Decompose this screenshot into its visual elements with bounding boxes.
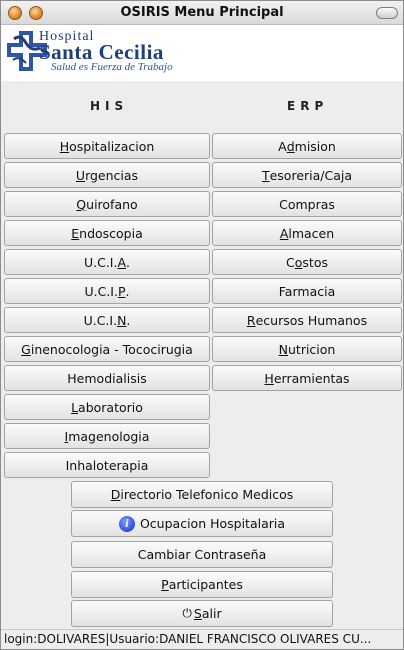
button-mnemonic: L <box>71 399 79 415</box>
button-label-post: ndoscopia <box>79 225 143 241</box>
hospitalizacion-button[interactable]: Hospitalizacion <box>4 133 210 159</box>
button-label: Cambiar Contraseña <box>137 547 267 562</box>
button-label-post: aboratorio <box>78 399 143 415</box>
button-mnemonic: H <box>59 138 70 154</box>
recursos-humanos-button[interactable]: Recursos Humanos <box>212 307 402 333</box>
button-mnemonic: A <box>279 225 289 241</box>
ucip-button[interactable]: U.C.I. P. <box>4 278 210 304</box>
erp-column-heading: ERP <box>287 99 329 113</box>
button-mnemonic: U <box>75 167 86 183</box>
button-label-post: lmacen <box>288 225 335 241</box>
inhaloterapia-button[interactable]: Inhaloterapia <box>4 452 210 478</box>
main-window: OSIRIS Menu Principal Hospital Santa Cec… <box>0 0 404 650</box>
almacen-button[interactable]: Almacen <box>212 220 402 246</box>
button-label-post: utricion <box>288 341 336 357</box>
window-title: OSIRIS Menu Principal <box>120 5 284 20</box>
button-label-pre: U.C.I. <box>84 283 118 299</box>
power-icon: ⏻ <box>182 606 192 620</box>
maximize-icon[interactable] <box>376 7 398 19</box>
button-mnemonic: Q <box>76 196 87 212</box>
farmacia-button[interactable]: Farmacia <box>212 278 402 304</box>
button-mnemonic: E <box>71 225 80 241</box>
button-label-post: . <box>125 283 130 299</box>
button-mnemonic: T <box>261 167 270 183</box>
button-label-post: ecursos Humanos <box>255 312 368 328</box>
participantes-button[interactable]: Participantes <box>71 571 333 598</box>
button-label-post: articipantes <box>168 577 243 592</box>
ucin-button[interactable]: U.C.I. N. <box>4 307 210 333</box>
button-label-post: alir <box>201 606 222 621</box>
button-label-pre: Compras <box>279 196 335 212</box>
status-bar: login:DOLIVARES|Usuario:DANIEL FRANCISCO… <box>1 629 403 649</box>
button-label-post: inenocologia - Tococirugia <box>30 341 193 357</box>
imagenologia-button[interactable]: Imagenologia <box>4 423 210 449</box>
button-mnemonic: N <box>278 341 288 357</box>
button-label-pre: U.C.I. <box>83 254 118 270</box>
urgencias-button[interactable]: Urgencias <box>4 162 210 188</box>
button-mnemonic: D <box>110 487 121 502</box>
brand-tagline: Salud es Fuerza de Trabajo <box>51 61 173 73</box>
title-bar: OSIRIS Menu Principal <box>1 1 403 25</box>
button-label-pre: A <box>278 138 287 154</box>
button-mnemonic: N <box>117 312 127 328</box>
button-label-post: . <box>126 254 131 270</box>
button-label-pre: Hemodialisis <box>67 370 147 386</box>
salir-button[interactable]: ⏻ Salir <box>71 600 333 627</box>
tesoreria-caja-button[interactable]: Tesoreria/Caja <box>212 162 402 188</box>
button-label-post: . <box>126 312 131 328</box>
button-label-pre: C <box>286 254 295 270</box>
button-label-post: magenologia <box>68 428 150 444</box>
button-label-post: mision <box>294 138 336 154</box>
hemodialisis-button[interactable]: Hemodialisis <box>4 365 210 391</box>
endoscopia-button[interactable]: Endoscopia <box>4 220 210 246</box>
button-label-post: esoreria/Caja <box>269 167 353 183</box>
button-mnemonic: R <box>246 312 256 328</box>
directorio-telefonico-button[interactable]: Directorio Telefonico Medicos <box>71 481 333 508</box>
button-mnemonic: d <box>286 138 295 154</box>
costos-button[interactable]: Co stos <box>212 249 402 275</box>
button-mnemonic: o <box>294 254 303 270</box>
compras-button[interactable]: Compras <box>212 191 402 217</box>
ucia-button[interactable]: U.C.I. A. <box>4 249 210 275</box>
ginenocologia-button[interactable]: Ginenocologia - Tococirugia <box>4 336 210 362</box>
laboratorio-button[interactable]: Laboratorio <box>4 394 210 420</box>
button-mnemonic: G <box>21 341 31 357</box>
herramientas-button[interactable]: Herramientas <box>212 365 402 391</box>
button-mnemonic: S <box>193 606 202 621</box>
button-label-post: rgencias <box>85 167 139 183</box>
ocupacion-hospitalaria-button[interactable]: i Ocupacion Hospitalaria <box>71 510 333 537</box>
button-label-post: uirofano <box>86 196 138 212</box>
nutricion-button[interactable]: Nutricion <box>212 336 402 362</box>
hospital-header: Hospital Santa Cecilia Salud es Fuerza d… <box>1 25 403 81</box>
button-label: Ocupacion Hospitalaria <box>139 516 286 531</box>
button-mnemonic: P <box>161 577 169 592</box>
his-column-heading: HIS <box>90 99 129 113</box>
button-mnemonic: P <box>117 283 126 299</box>
button-label-post: stos <box>302 254 328 270</box>
button-label-post: ospitalizacion <box>69 138 155 154</box>
button-label-pre: U.C.I. <box>83 312 118 328</box>
button-label-post: irectorio Telefonico Medicos <box>120 487 294 502</box>
button-mnemonic: A <box>117 254 127 270</box>
button-label-pre: Farmacia <box>278 283 336 299</box>
button-label-pre: Inhaloterapia <box>65 457 149 473</box>
button-label-post: erramientas <box>273 370 350 386</box>
admision-button[interactable]: Ad mision <box>212 133 402 159</box>
button-mnemonic: H <box>264 370 274 386</box>
info-icon: i <box>118 515 135 532</box>
quirofano-button[interactable]: Quirofano <box>4 191 210 217</box>
cambiar-contrasena-button[interactable]: Cambiar Contraseña <box>71 541 333 568</box>
